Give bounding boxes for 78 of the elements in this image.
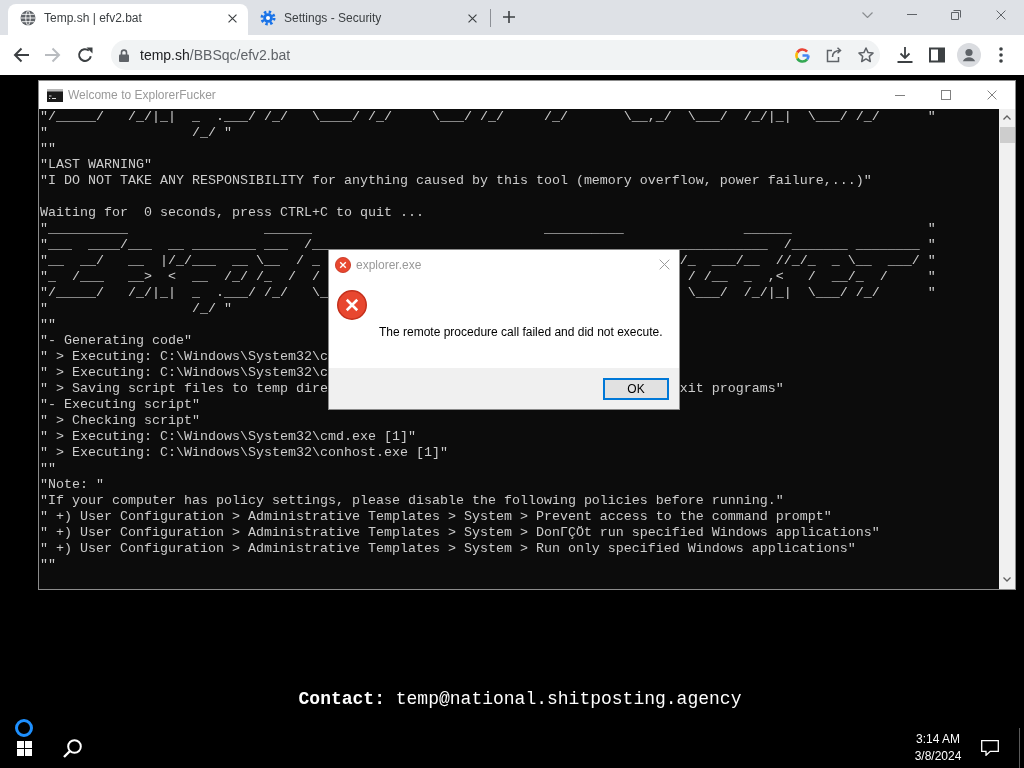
console-line: " > Checking script" bbox=[40, 413, 200, 429]
console-line: "" bbox=[40, 557, 56, 573]
download-icon bbox=[897, 47, 913, 63]
close-icon bbox=[996, 9, 1006, 20]
contact-text: Contact: temp@national.shitposting.agency bbox=[298, 688, 742, 710]
chevron-down-icon bbox=[861, 12, 873, 18]
share-icon bbox=[826, 47, 842, 63]
console-line: "__ __/ __ |/_/___ __ \__ / _ bbox=[40, 253, 320, 269]
console-line: " > Executing: C:\Windows\System32\c bbox=[40, 349, 328, 365]
four-squares-icon bbox=[16, 740, 32, 756]
gear-icon bbox=[260, 10, 276, 26]
reload-icon bbox=[77, 47, 93, 63]
console-line: "___ ____/___ __ ________ ___ /__ bbox=[40, 237, 328, 253]
console-line: /_ ___/__ //_/_ _ \__ ___/ " bbox=[679, 253, 936, 269]
console-line: \___/ /_/|_| \___/ /_/ " bbox=[686, 285, 936, 301]
console-line: "" bbox=[40, 317, 56, 333]
console-line: "If your computer has policy settings, please disable the following policies before running." bbox=[40, 493, 784, 509]
globe-icon bbox=[20, 10, 36, 26]
console-line: "__________ ______ __________ ______ " bbox=[40, 221, 936, 237]
side-panel-icon bbox=[929, 47, 945, 63]
minimize-icon bbox=[907, 14, 917, 15]
console-line: " /_/ " bbox=[40, 125, 232, 141]
close-icon bbox=[658, 259, 670, 270]
console-line: xit programs" bbox=[679, 381, 784, 397]
dialog-title: explorer.exe bbox=[356, 257, 423, 272]
console-line: " +) User Configuration > Administrative Templates > System > Run only specified Windows applications" bbox=[40, 541, 856, 557]
console-line: " /_/ " bbox=[40, 301, 232, 317]
console-line: Waiting for 0 seconds, press CTRL+C to quit ... bbox=[40, 205, 424, 221]
minimize-icon bbox=[895, 94, 905, 96]
error-icon bbox=[335, 256, 351, 273]
dialog-message: The remote procedure call failed and did not execute. bbox=[379, 325, 663, 340]
multicolor-g-icon bbox=[794, 47, 810, 63]
close-icon bbox=[227, 13, 237, 23]
window-title: Welcome to ExplorerFucker bbox=[68, 88, 217, 102]
console-line: ___________ /_______ ________ " bbox=[679, 237, 936, 253]
back-arrow-icon bbox=[13, 47, 29, 63]
console-line: "I DO NOT TAKE ANY RESPONSIBILITY for anything caused by this tool (memory overflow, power failure,...)" bbox=[40, 173, 872, 189]
console-line: "- Executing script" bbox=[40, 397, 200, 413]
console-line: "Note: " bbox=[40, 477, 104, 493]
error-icon bbox=[337, 290, 367, 320]
console-line: " > Executing: C:\Windows\System32\c bbox=[40, 365, 328, 381]
console-line: " > Executing: C:\Windows\System32\cmd.exe [1]" bbox=[40, 429, 416, 445]
profile-button[interactable] bbox=[955, 41, 983, 69]
tab[interactable]: Temp.sh | efv2.bat bbox=[8, 4, 248, 35]
speech-bubble-icon bbox=[981, 740, 999, 756]
tab[interactable]: Settings - Security bbox=[248, 4, 488, 35]
console-line: "/_____/ /_/|_| _ .___/ /_/ \____/ /_/ \___/ /_/ /_/ \__,_/ \___/ /_/|_| \___/ /_/ " bbox=[40, 109, 936, 125]
terminal-icon bbox=[47, 88, 63, 102]
console-line: "/_____/ /_/|_| _ .___/ /_/ \_ bbox=[40, 285, 328, 301]
lock-icon bbox=[119, 48, 129, 62]
console-line: "LAST WARNING" bbox=[40, 157, 152, 173]
scrollbar-thumb[interactable] bbox=[999, 127, 1015, 143]
more-icon bbox=[999, 47, 1003, 63]
console-line: " +) User Configuration > Administrative Templates > System > DonΓÇÖt run specified Windows applications" bbox=[40, 525, 880, 541]
clock-button[interactable]: 3:14 AM 3/8/2024 bbox=[906, 728, 970, 768]
maximize-icon bbox=[941, 90, 951, 100]
star-icon bbox=[858, 47, 874, 63]
console-line: " +) User Configuration > Administrative Templates > System > Prevent access to the command prompt" bbox=[40, 509, 832, 525]
forward-arrow-icon bbox=[45, 47, 61, 63]
console-line: "" bbox=[40, 461, 56, 477]
avatar-icon bbox=[957, 43, 981, 67]
plus-icon bbox=[503, 11, 515, 23]
restore-icon bbox=[951, 9, 961, 20]
ok-button[interactable]: OK bbox=[603, 377, 669, 400]
console-line: " > Saving script files to temp dire bbox=[40, 381, 328, 397]
scrollbar[interactable] bbox=[999, 109, 1015, 589]
console-line: " > Executing: C:\Windows\System32\conhost.exe [1]" bbox=[40, 445, 448, 461]
address-bar[interactable]: temp.sh/BBSqc/efv2.bat bbox=[111, 40, 880, 70]
console-line: "" bbox=[40, 141, 56, 157]
search-icon bbox=[62, 738, 82, 758]
ring-icon bbox=[15, 719, 33, 737]
scroll-down-icon bbox=[1003, 577, 1011, 582]
console-line: / /__ _ ,< / __/_ / " bbox=[686, 269, 936, 285]
close-icon bbox=[987, 90, 997, 100]
scroll-up-icon bbox=[1003, 115, 1011, 120]
close-icon bbox=[467, 13, 477, 23]
console-line: "- Generating code" bbox=[40, 333, 192, 349]
console-line: "_ /___ __> < __ /_/ /_ / / bbox=[40, 269, 320, 285]
